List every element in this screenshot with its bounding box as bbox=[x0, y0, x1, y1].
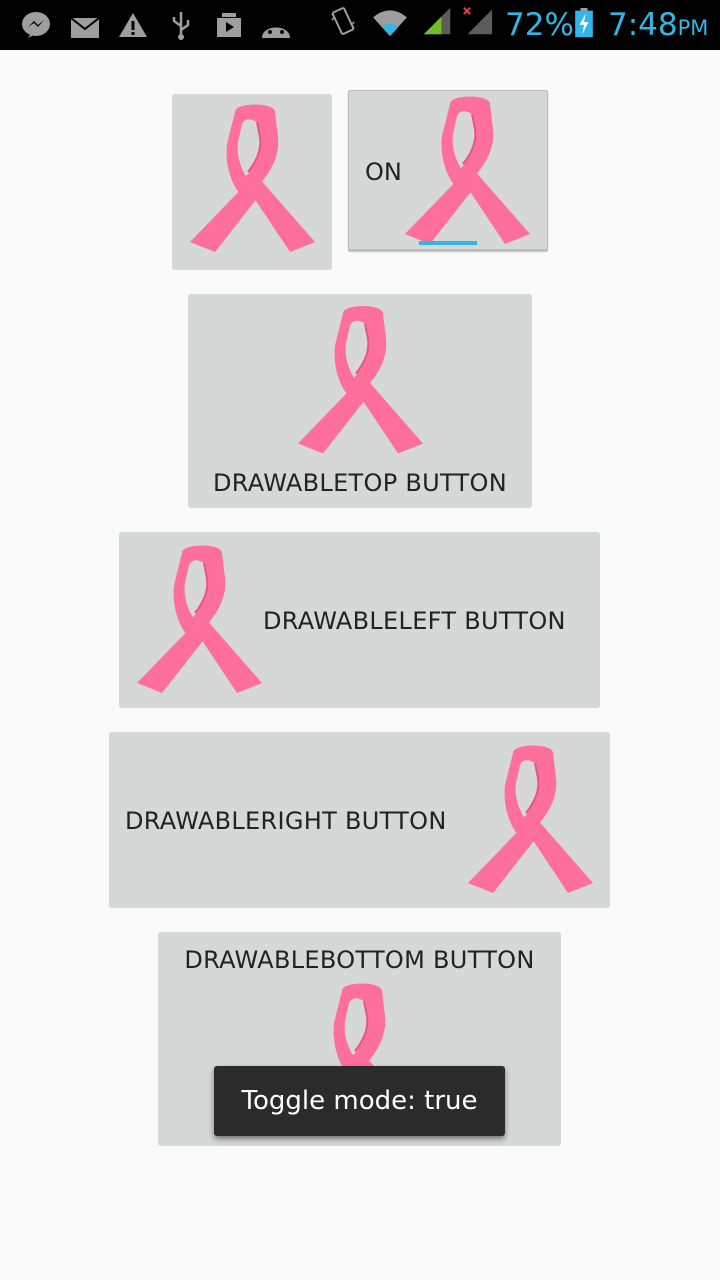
vibrate-icon bbox=[331, 7, 355, 35]
clock-ampm: PM bbox=[677, 16, 709, 40]
wifi-icon bbox=[373, 10, 407, 37]
pink-ribbon-icon bbox=[405, 95, 530, 245]
drawable-bottom-label: DRAWABLEBOTTOM BUTTON bbox=[184, 946, 535, 974]
usb-icon bbox=[172, 12, 190, 40]
pink-ribbon-icon bbox=[298, 305, 423, 455]
toggle-indicator bbox=[419, 241, 477, 245]
drawable-left-button[interactable]: DRAWABLELEFT BUTTON bbox=[119, 532, 600, 708]
image-button[interactable] bbox=[172, 94, 332, 270]
drawable-left-label: DRAWABLELEFT BUTTON bbox=[263, 607, 566, 635]
battery-charging-icon bbox=[575, 8, 593, 38]
drawable-right-label: DRAWABLERIGHT BUTTON bbox=[125, 807, 447, 835]
toggle-label: ON bbox=[365, 158, 402, 186]
clock: 7:48PM bbox=[608, 7, 709, 43]
drawable-right-button[interactable]: DRAWABLERIGHT BUTTON bbox=[109, 732, 610, 908]
pink-ribbon-icon bbox=[190, 103, 315, 253]
drawable-top-button[interactable]: DRAWABLETOP BUTTON bbox=[188, 294, 532, 508]
pink-ribbon-icon bbox=[137, 544, 262, 694]
messenger-icon bbox=[22, 12, 50, 38]
signal-no-service-icon bbox=[463, 6, 493, 35]
pink-ribbon-icon bbox=[468, 744, 593, 894]
status-bar: 72% 7:48PM bbox=[0, 0, 720, 50]
mail-icon bbox=[70, 17, 100, 38]
battery-percent: 72% bbox=[505, 7, 574, 43]
toast-message: Toggle mode: true bbox=[214, 1066, 505, 1136]
media-icon bbox=[217, 13, 241, 37]
android-debug-icon bbox=[262, 27, 290, 38]
signal-icon bbox=[423, 7, 451, 35]
drawable-top-label: DRAWABLETOP BUTTON bbox=[213, 469, 507, 497]
warning-icon bbox=[119, 13, 147, 37]
toggle-button[interactable]: ON bbox=[348, 90, 548, 250]
